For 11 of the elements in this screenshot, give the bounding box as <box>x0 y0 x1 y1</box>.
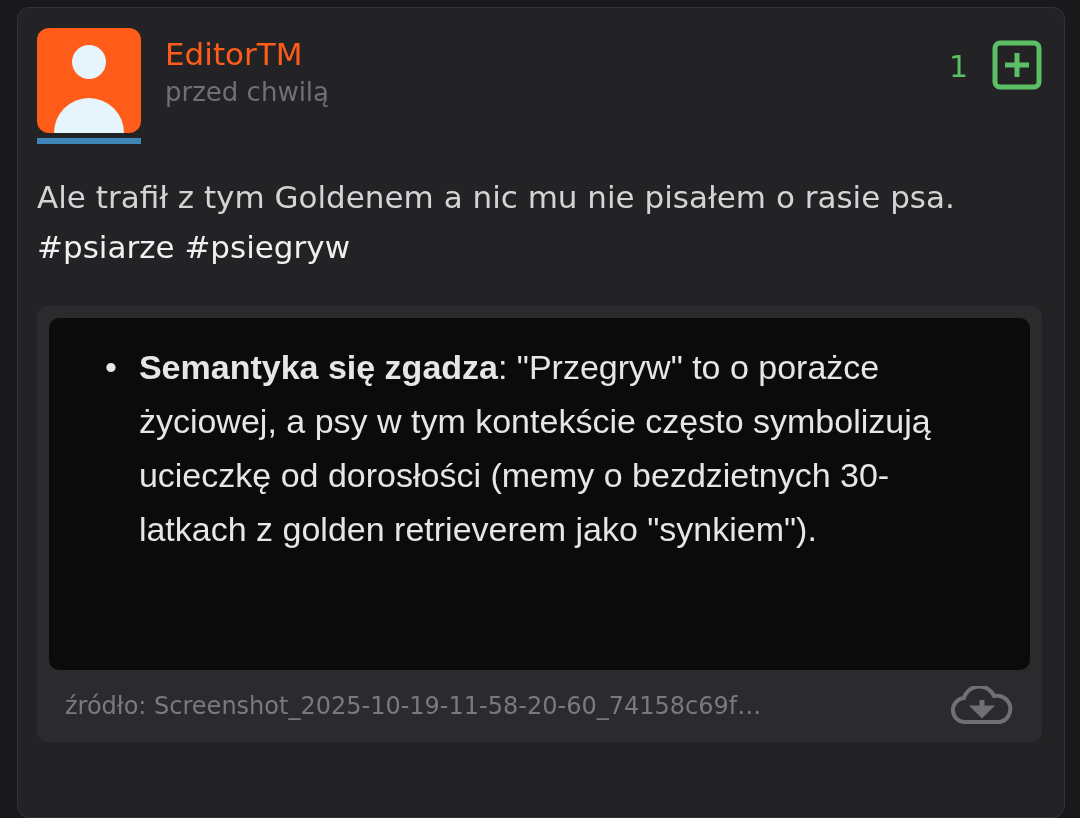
hashtag-link[interactable]: #psiegryw <box>184 229 350 265</box>
download-icon[interactable] <box>950 686 1014 726</box>
upvote-button[interactable] <box>992 40 1042 90</box>
hashtag-link[interactable]: #psiarze <box>37 229 175 265</box>
post-time: przed chwilą <box>165 76 331 110</box>
author-name[interactable]: EditorTM <box>165 36 949 74</box>
screenshot-text: Semantyka się zgadza: "Przegryw" to o porażce życiowej, a psy w tym kontekście często symbolizują ucieczkę od dorosłości (memy o bezdzietnych 30-latkach z golden retrieverem jako "synkiem"). <box>138 347 932 550</box>
bullet: • <box>105 347 117 388</box>
vote-count: 1 <box>948 48 968 86</box>
post-text: Ale trafił z tym Goldenem a nic mu nie pisałem o rasie psa. #psiarze #psiegryw <box>37 178 956 267</box>
avatar-icon[interactable] <box>37 28 141 133</box>
